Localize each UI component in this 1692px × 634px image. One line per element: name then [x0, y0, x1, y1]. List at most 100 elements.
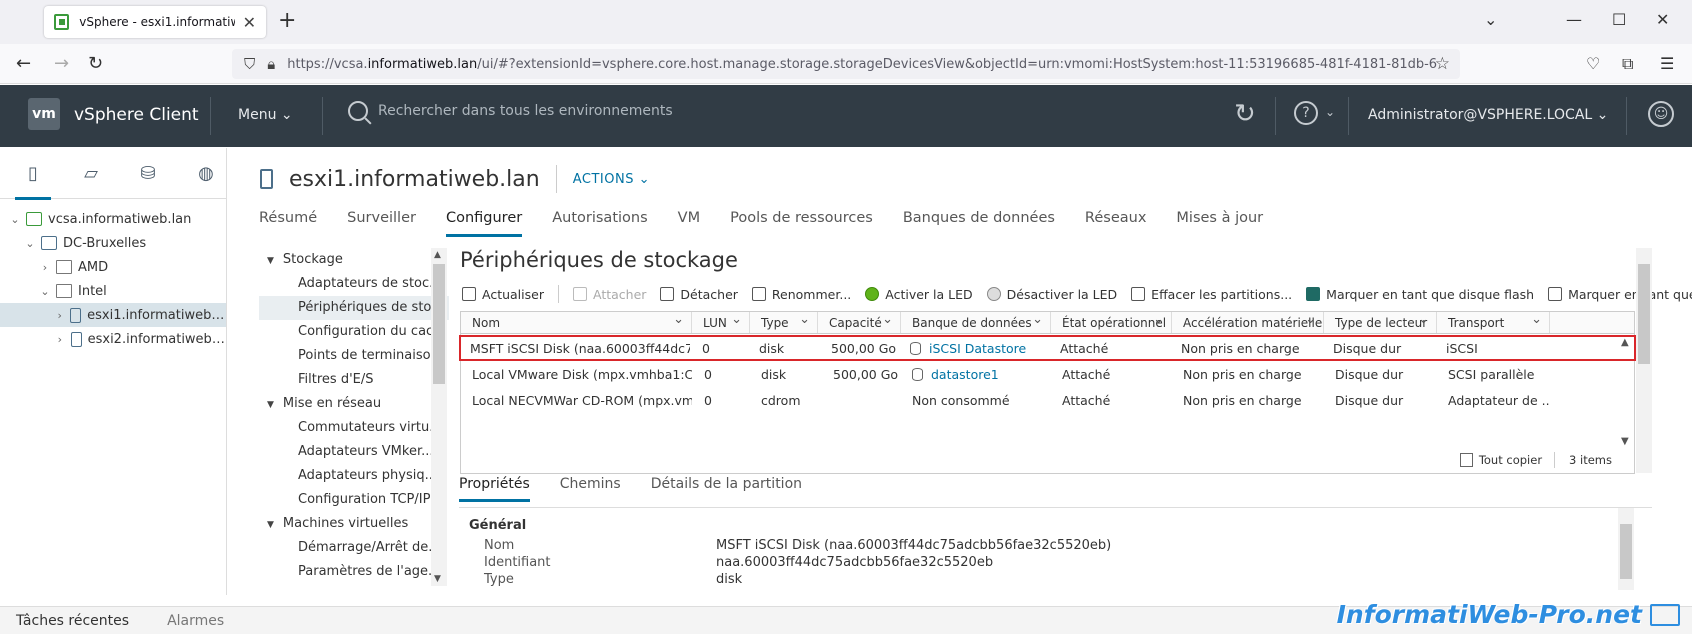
vm-logo[interactable]: vm [28, 98, 60, 130]
table-row[interactable]: MSFT iSCSI Disk (naa.60003ff44dc75... 0 di… [459, 335, 1636, 361]
tree-node[interactable]: ⌄ DC-Bruxelles [0, 231, 226, 255]
config-menu-item[interactable]: Configuration du cac... [259, 320, 449, 344]
object-tab[interactable]: Surveiller [347, 210, 416, 237]
object-tab[interactable]: Résumé [259, 210, 317, 237]
config-menu-item[interactable]: Configuration TCP/IP [259, 488, 449, 512]
column-header[interactable]: LUN [692, 312, 750, 333]
properties-scrollbar[interactable] [1618, 508, 1634, 590]
object-tab[interactable]: Autorisations [552, 210, 647, 237]
column-header[interactable]: Nom [461, 312, 692, 333]
reload-icon[interactable]: ↻ [88, 53, 103, 74]
copy-all-button[interactable]: Tout copier [1459, 453, 1542, 467]
expand-chevron-icon[interactable]: › [53, 333, 67, 346]
networking-icon[interactable]: ◍ [196, 164, 216, 184]
shield-icon[interactable]: ⛉ [244, 55, 255, 73]
tree-node[interactable]: ⌄ vcsa.informatiweb.lan [0, 207, 226, 231]
storage-icon[interactable]: ⛁ [138, 164, 158, 184]
column-header[interactable]: Accélération matérielle [1172, 312, 1324, 333]
minimize-icon[interactable]: — [1566, 10, 1582, 29]
scroll-down-icon[interactable]: ▼ [434, 574, 441, 584]
object-tab[interactable]: Configurer [445, 210, 523, 237]
panel-scrollbar[interactable] [1636, 248, 1652, 473]
attach-button[interactable]: Attacher [572, 287, 646, 302]
config-menu-item[interactable]: Commutateurs virtu... [259, 416, 449, 440]
erase-partitions-button[interactable]: Effacer les partitions... [1131, 287, 1292, 302]
column-header[interactable]: Type de lecteur [1324, 312, 1437, 333]
expand-chevron-icon[interactable]: › [53, 309, 66, 322]
bookmark-star-icon[interactable]: ☆ [1435, 54, 1450, 74]
expand-chevron-icon[interactable]: › [38, 261, 52, 274]
config-menu-scrollbar[interactable]: ▲ ▼ [431, 248, 447, 586]
extensions-icon[interactable]: ⧉ [1622, 54, 1633, 74]
object-tab[interactable]: VM [678, 210, 700, 237]
scroll-up-icon[interactable]: ▲ [1621, 337, 1629, 348]
scroll-thumb[interactable] [1620, 524, 1632, 579]
mark-local-button[interactable]: Marquer en tant que local [1548, 287, 1692, 302]
refresh-button[interactable]: Actualiser [462, 287, 544, 302]
browser-tab[interactable]: vSphere - esxi1.informatiweb.lan ✕ [44, 6, 266, 38]
tree-node[interactable]: › AMD [0, 255, 226, 279]
detail-tab[interactable]: Propriétés [459, 476, 530, 502]
config-menu-item[interactable]: Adaptateurs physiq... [259, 464, 449, 488]
tree-node[interactable]: ⌄ Intel [0, 279, 226, 303]
hamburger-menu-icon[interactable]: ☰ [1660, 54, 1674, 73]
config-menu-item[interactable]: Démarrage/Arrêt de... [259, 536, 449, 560]
pocket-icon[interactable]: ♡ [1586, 54, 1600, 73]
config-menu-item[interactable]: Périphériques de sto... [259, 296, 449, 320]
close-window-icon[interactable]: ✕ [1656, 10, 1669, 29]
table-row[interactable]: Local VMware Disk (mpx.vmhba1:C0:T... 0 di… [461, 361, 1634, 387]
app-name[interactable]: vSphere Client [74, 105, 199, 125]
scroll-down-icon[interactable]: ▼ [1621, 436, 1629, 447]
menu-button[interactable]: Menu ⌄ [238, 107, 293, 123]
new-tab-icon[interactable]: + [278, 8, 296, 33]
config-menu-item[interactable]: Paramètres de l'age... [259, 560, 449, 584]
back-icon[interactable]: ← [16, 53, 31, 74]
help-icon[interactable]: ? [1294, 101, 1318, 125]
column-header[interactable]: État opérationnel [1051, 312, 1172, 333]
config-group-vms[interactable]: Machines virtuelles [259, 512, 449, 536]
lock-icon[interactable]: 🔒︎ [267, 55, 275, 73]
object-tab[interactable]: Réseaux [1085, 210, 1146, 237]
tree-node[interactable]: › esxi2.informatiweb.... [0, 327, 226, 351]
chevron-down-icon[interactable]: ⌄ [1325, 105, 1335, 119]
actions-menu-button[interactable]: ACTIONS ⌄ [573, 172, 650, 187]
rename-button[interactable]: Renommer... [751, 287, 851, 302]
datastore-link[interactable]: datastore1 [931, 367, 999, 382]
collapse-chevron-icon[interactable]: ⌄ [8, 213, 22, 226]
column-header[interactable]: Banque de données [901, 312, 1051, 333]
tab-list-chevron-icon[interactable]: ⌄ [1484, 10, 1497, 29]
scroll-up-icon[interactable]: ▲ [434, 250, 441, 260]
global-search[interactable] [348, 101, 798, 121]
collapse-chevron-icon[interactable]: ⌄ [23, 237, 37, 250]
detail-tab[interactable]: Détails de la partition [651, 476, 802, 502]
address-bar[interactable]: ⛉ 🔒︎ https://vcsa.informatiweb.lan/ui/#?… [232, 49, 1460, 79]
column-header[interactable]: Transport [1437, 312, 1550, 333]
object-tab[interactable]: Mises à jour [1176, 210, 1263, 237]
config-group-storage[interactable]: Stockage [259, 248, 449, 272]
mark-flash-button[interactable]: Marquer en tant que disque flash [1306, 287, 1534, 302]
collapse-chevron-icon[interactable]: ⌄ [38, 285, 52, 298]
config-menu-item[interactable]: Filtres d'E/S [259, 368, 449, 392]
config-menu-item[interactable]: Adaptateurs VMker... [259, 440, 449, 464]
tree-node[interactable]: › esxi1.informatiweb.l... [0, 303, 226, 327]
recent-tasks-tab[interactable]: Tâches récentes [16, 613, 129, 629]
table-row[interactable]: Local NECVMWar CD-ROM (mpx.vmh... 0 cdrom N… [461, 387, 1634, 413]
vms-templates-icon[interactable]: ▱ [81, 164, 101, 184]
column-header[interactable]: Capacité [818, 312, 901, 333]
alarms-tab[interactable]: Alarmes [167, 613, 224, 629]
config-group-network[interactable]: Mise en réseau [259, 392, 449, 416]
scroll-thumb[interactable] [1638, 264, 1650, 364]
led-off-button[interactable]: Désactiver la LED [986, 287, 1117, 302]
grid-scrollbar[interactable]: ▲ ▼ [1617, 333, 1635, 449]
user-menu[interactable]: Administrator@VSPHERE.LOCAL ⌄ [1368, 107, 1608, 123]
led-on-button[interactable]: Activer la LED [865, 287, 973, 302]
column-header[interactable]: Type [750, 312, 818, 333]
maximize-icon[interactable]: ☐ [1612, 10, 1626, 29]
datastore-link[interactable]: iSCSI Datastore [929, 341, 1026, 356]
close-tab-icon[interactable]: ✕ [243, 13, 256, 32]
object-tab[interactable]: Banques de données [903, 210, 1055, 237]
search-input[interactable] [378, 103, 798, 119]
config-menu-item[interactable]: Points de terminaiso... [259, 344, 449, 368]
config-menu-item[interactable]: Adaptateurs de stoc... [259, 272, 449, 296]
feedback-smiley-icon[interactable]: ☺ [1648, 101, 1674, 127]
